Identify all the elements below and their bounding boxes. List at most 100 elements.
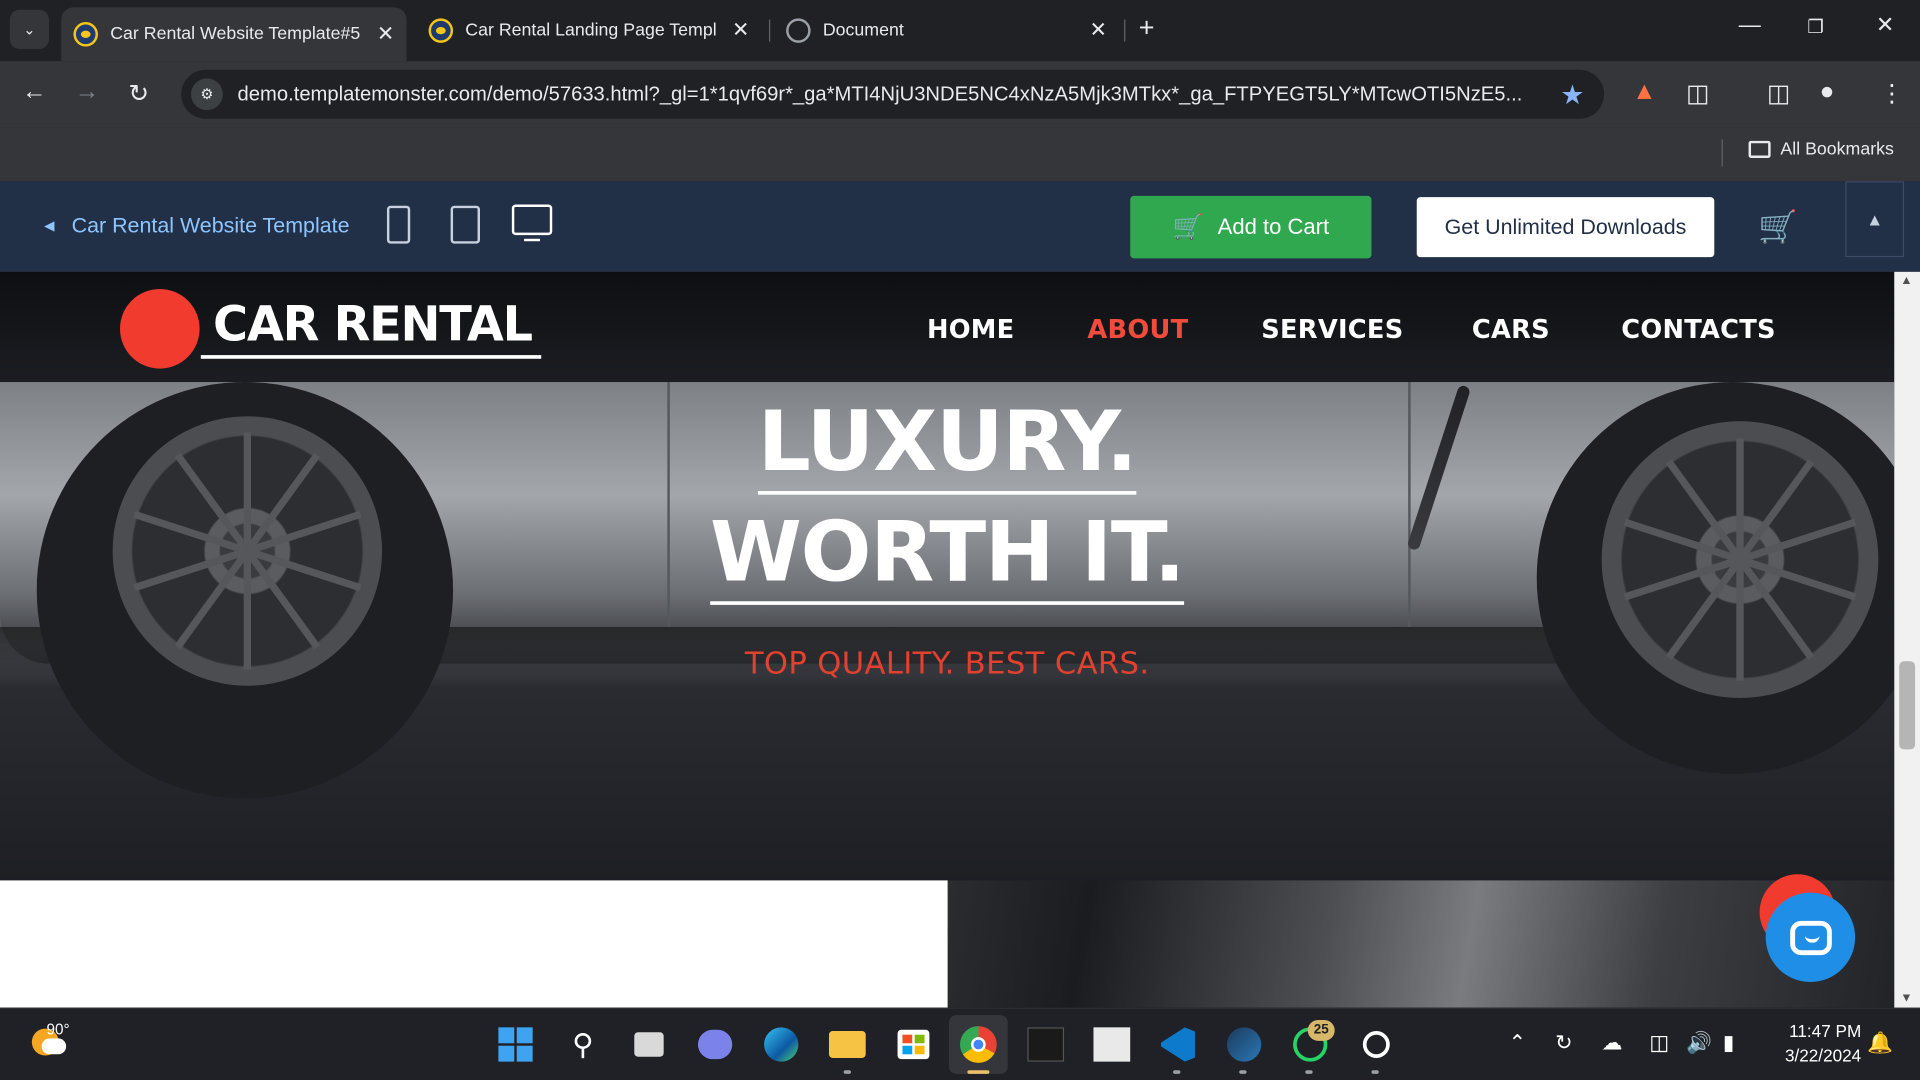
side-panel-icon[interactable]: ◫ xyxy=(1767,78,1790,109)
task-view-icon[interactable] xyxy=(628,1024,670,1066)
get-unlimited-downloads-button[interactable]: Get Unlimited Downloads xyxy=(1416,197,1715,258)
pes-game-icon[interactable] xyxy=(1025,1024,1067,1066)
nav-home[interactable]: HOME xyxy=(927,315,1015,344)
scrollbar-thumb[interactable] xyxy=(1899,661,1916,750)
restore-icon[interactable]: ❐ xyxy=(1807,16,1823,38)
add-to-cart-button[interactable]: 🛒 Add to Cart xyxy=(1130,195,1372,259)
scroll-up-icon[interactable]: ▲ xyxy=(1900,274,1912,287)
address-bar[interactable]: ⚙ demo.templatemonster.com/demo/57633.ht… xyxy=(181,69,1605,119)
file-explorer-icon[interactable] xyxy=(827,1024,869,1066)
active-indicator xyxy=(967,1070,990,1074)
templatemonster-favicon-icon xyxy=(73,22,98,47)
running-indicator xyxy=(1371,1070,1379,1074)
nav-services[interactable]: SERVICES xyxy=(1261,315,1403,344)
network-icon[interactable]: ◫ xyxy=(1649,1031,1669,1055)
all-bookmarks-button[interactable]: All Bookmarks xyxy=(1748,139,1894,160)
sync-icon[interactable]: ↻ xyxy=(1555,1031,1572,1055)
all-bookmarks-label: All Bookmarks xyxy=(1780,139,1894,160)
close-icon[interactable]: ✕ xyxy=(377,22,394,46)
page-scrollbar[interactable]: ▲ ▼ xyxy=(1894,271,1920,1008)
clock-date[interactable]: 3/22/2024 xyxy=(1763,1046,1861,1066)
start-windows-icon[interactable] xyxy=(495,1024,537,1066)
bookmarks-bar: All Bookmarks xyxy=(0,127,1920,182)
desktop-stand xyxy=(524,236,541,242)
url-text[interactable]: demo.templatemonster.com/demo/57633.html… xyxy=(238,83,1536,106)
site-logo[interactable]: CAR RENTAL xyxy=(200,298,542,359)
back-arrow-icon[interactable]: ← xyxy=(22,78,46,106)
minimize-icon[interactable]: — xyxy=(1739,12,1761,38)
whatsapp-unread-badge: 25 xyxy=(1307,1020,1335,1041)
hero-title-text: LUXURY. xyxy=(757,394,1138,495)
hero-subtitle: TOP QUALITY. BEST CARS. xyxy=(744,645,1150,681)
windows-logo xyxy=(498,1027,533,1062)
site-info-icon[interactable]: ⚙ xyxy=(191,78,223,111)
scroll-down-icon[interactable]: ▼ xyxy=(1900,992,1912,1005)
onedrive-cloud-icon[interactable]: ☁ xyxy=(1602,1031,1623,1055)
kebab-menu-icon[interactable]: ⋮ xyxy=(1880,78,1904,109)
nav-about[interactable]: ABOUT xyxy=(1087,315,1188,344)
template-demo-bar: ◀ Car Rental Website Template 🛒 Add to C… xyxy=(0,181,1920,272)
close-icon[interactable]: ✕ xyxy=(1089,18,1106,42)
tab-title: Document xyxy=(822,20,904,41)
chevron-up-icon: ▲ xyxy=(1866,209,1884,229)
chrome-icon[interactable] xyxy=(948,1015,1008,1074)
templatemonster-favicon-icon xyxy=(428,18,454,43)
unlimited-label: Get Unlimited Downloads xyxy=(1444,214,1687,239)
globe-icon xyxy=(786,18,811,43)
add-to-cart-label: Add to Cart xyxy=(1217,214,1330,239)
shopping-cart-icon: 🛒 xyxy=(1172,214,1203,242)
cloud-shape xyxy=(41,1038,67,1055)
edge-browser-icon[interactable] xyxy=(760,1024,802,1066)
extension-flame-icon[interactable]: ▲ xyxy=(1632,78,1656,106)
battery-icon[interactable]: ▮ xyxy=(1723,1031,1734,1055)
reload-icon[interactable]: ↻ xyxy=(129,78,150,109)
live-chat-button[interactable] xyxy=(1765,892,1856,983)
hero-title-text: WORTH IT. xyxy=(710,504,1185,605)
close-icon[interactable]: ✕ xyxy=(732,18,749,42)
vscode-icon[interactable] xyxy=(1157,1024,1199,1066)
new-tab-icon[interactable]: + xyxy=(1139,12,1155,44)
fifa-game-icon[interactable] xyxy=(1091,1024,1133,1066)
hero-title-line-2: WORTH IT. xyxy=(0,504,1894,605)
teams-chat-icon[interactable] xyxy=(694,1024,736,1066)
volume-icon[interactable]: 🔊 xyxy=(1686,1031,1712,1055)
desktop-view-icon[interactable] xyxy=(511,204,553,236)
running-indicator xyxy=(1305,1070,1313,1074)
app-ring-icon[interactable] xyxy=(1356,1024,1398,1066)
tab-car-rental-landing[interactable]: Car Rental Landing Page Templ ✕ xyxy=(416,7,761,54)
collapse-bar-button[interactable]: ▲ xyxy=(1845,181,1905,258)
tab-car-rental-website[interactable]: Car Rental Website Template#5 ✕ xyxy=(61,7,407,62)
cart-icon[interactable]: 🛒 xyxy=(1758,208,1798,246)
steam-icon[interactable] xyxy=(1223,1024,1265,1066)
clock-time[interactable]: 11:47 PM xyxy=(1763,1021,1861,1041)
chevron-up-icon[interactable]: ⌃ xyxy=(1509,1031,1526,1055)
mobile-view-icon[interactable] xyxy=(386,205,411,244)
running-indicator xyxy=(1239,1070,1247,1074)
tab-search-button[interactable]: ⌄ xyxy=(9,9,49,49)
close-window-icon[interactable]: ✕ xyxy=(1876,12,1894,38)
microsoft-store-icon[interactable] xyxy=(893,1024,935,1066)
logo-circle xyxy=(120,288,200,369)
running-indicator xyxy=(843,1070,852,1074)
tab-separator xyxy=(768,19,771,42)
back-to-template-link[interactable]: ◀ Car Rental Website Template xyxy=(44,213,349,239)
folder-icon xyxy=(1748,140,1771,158)
white-section xyxy=(0,880,948,1008)
notification-bell-icon[interactable]: 🔔 xyxy=(1867,1031,1893,1055)
bookmark-star-icon[interactable]: ★ xyxy=(1560,80,1584,112)
extensions-puzzle-icon[interactable]: ◫ xyxy=(1686,78,1709,109)
search-icon[interactable]: ⚲ xyxy=(562,1024,604,1066)
hero-title-line-1: LUXURY. xyxy=(0,394,1894,495)
tablet-view-icon[interactable] xyxy=(450,205,481,244)
site-header: CAR RENTAL HOME ABOUT SERVICES CARS CONT… xyxy=(0,271,1895,383)
tab-title: Car Rental Website Template#5 xyxy=(110,24,361,45)
tab-document[interactable]: Document ✕ xyxy=(774,7,1119,54)
forward-arrow-icon[interactable]: → xyxy=(75,78,99,106)
car-photo-section xyxy=(947,880,1895,1008)
chat-bubble-icon xyxy=(1789,920,1832,955)
nav-cars[interactable]: CARS xyxy=(1472,315,1550,344)
running-indicator xyxy=(1173,1070,1181,1074)
chevron-down-icon: ⌄ xyxy=(23,20,36,38)
profile-avatar-icon[interactable]: ● xyxy=(1820,78,1835,106)
nav-contacts[interactable]: CONTACTS xyxy=(1621,315,1776,344)
